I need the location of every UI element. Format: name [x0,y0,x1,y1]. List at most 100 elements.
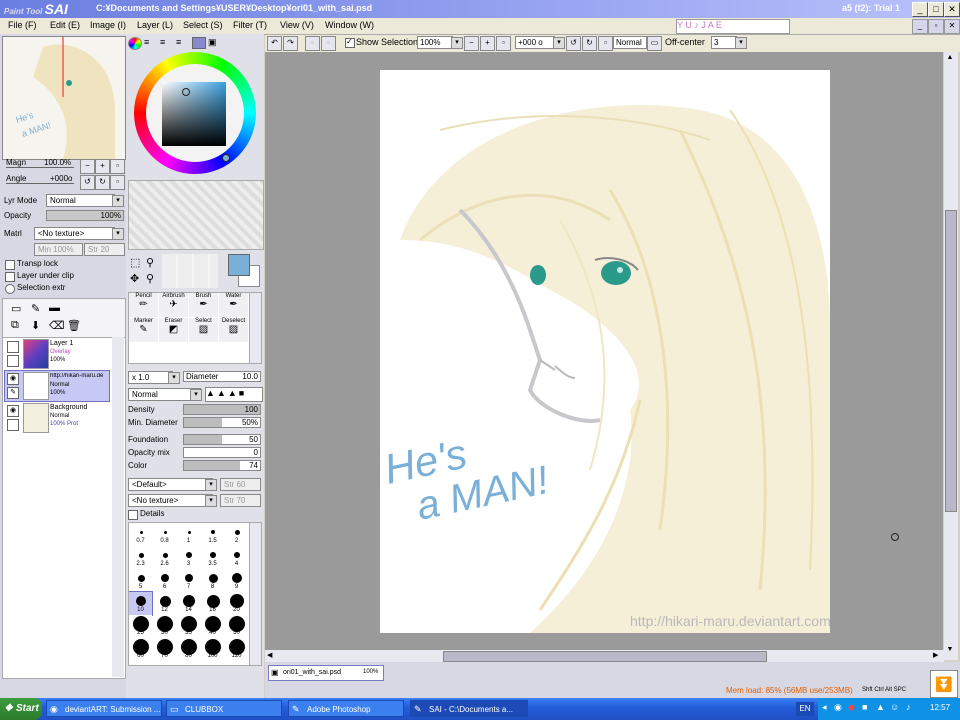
rgb-slider-tab-icon[interactable]: ≡ [144,37,149,47]
layer-row[interactable]: Layer 1 Overlay 100% [4,338,110,370]
brush-size-option[interactable]: 1 [177,523,200,546]
size-multiplier-dropdown-icon[interactable]: ▾ [168,372,180,384]
offcenter-select[interactable]: 3 [711,36,737,49]
brush-size-option[interactable]: 2 [225,523,248,546]
scroll-left-icon[interactable]: ◀ [267,651,272,659]
color-wheel-tab-icon[interactable] [128,37,142,50]
layer-opacity-slider[interactable]: 100% [46,210,124,221]
menu-select[interactable]: Select (S) [183,20,223,30]
brush-size-option[interactable]: 4 [225,546,248,569]
brush-size-scrollbar[interactable] [249,522,262,666]
brush-size-option[interactable]: 5 [129,569,152,592]
menu-view[interactable]: View (V) [280,20,314,30]
task-clubbox[interactable]: ▭ CLUBBOX [166,700,282,717]
maximize-button[interactable]: □ [928,2,944,17]
material-dropdown-icon[interactable]: ▾ [112,228,124,240]
color-slider[interactable]: 74 [183,460,261,471]
angle-dropdown-icon[interactable]: ▾ [553,37,565,49]
tray-icon-2[interactable]: ◉ [834,702,842,713]
doc-minimize-button[interactable]: _ [912,19,928,34]
magic-wand-icon[interactable]: ⚲ [146,256,154,269]
layer-lock-toggle[interactable] [7,419,19,431]
angle-slider[interactable] [6,183,74,184]
brush-size-option[interactable]: 1.5 [201,523,224,546]
brush-size-option[interactable]: 120 [225,638,248,661]
tray-icon-3[interactable]: ◆ [848,702,855,713]
menu-image[interactable]: Image (I) [90,20,126,30]
brush-size-option[interactable]: 100 [201,638,224,661]
volume-icon[interactable]: ♪ [906,702,911,712]
tray-icon-4[interactable]: ■ [862,702,867,712]
offcenter-dropdown-icon[interactable]: ▾ [735,37,747,49]
new-folder-icon[interactable]: ▬ [49,302,60,314]
minimize-button[interactable]: _ [912,2,928,17]
zoom-in-button[interactable]: + [95,159,110,174]
brush-size-option[interactable]: 3 [177,546,200,569]
scroll-to-bottom-icon[interactable]: ⏬ [930,670,958,698]
layer-list-scrollbar[interactable] [112,337,124,677]
redo-button[interactable]: ↷ [283,36,298,51]
menu-window[interactable]: Window (W) [325,20,374,30]
start-button[interactable]: ❖ Start [0,698,42,720]
eraser-tool[interactable]: Eraser ◩ [159,318,188,342]
select-tool[interactable]: Select ▨ [189,318,218,342]
doc-close-button[interactable]: ✕ [944,19,960,34]
drawing-canvas[interactable]: He's a MAN! http://hikari-maru.deviantar… [380,70,830,633]
brush-size-option[interactable]: 70 [153,638,176,661]
magn-slider[interactable] [6,167,74,168]
invert-selection-button[interactable]: ▫ [321,36,336,51]
selection-tool-icon[interactable]: ⬚ [130,256,140,269]
brush-tool[interactable]: Brush ✒ [189,293,218,317]
flip-icon[interactable]: ▭ [647,36,662,51]
scratchpad-tab-icon[interactable]: ▣ [208,37,217,48]
layer-mode-select[interactable]: Normal [46,194,115,207]
details-checkbox[interactable] [128,510,138,520]
rotate-ccw-icon[interactable]: ↺ [566,36,581,51]
saturation-value-square[interactable] [162,82,226,146]
tray-icon-6[interactable]: ☺ [890,702,899,712]
delete-layer-icon[interactable]: 🗑 [67,319,81,332]
opacity-mix-slider[interactable]: 0 [183,447,261,458]
brush-size-option[interactable]: 50 [225,615,248,638]
zoom-out-button[interactable]: − [80,159,95,174]
task-photoshop[interactable]: ✎ Adobe Photoshop [288,700,404,717]
density-slider[interactable]: 100 [183,404,261,415]
undo-button[interactable]: ↶ [267,36,282,51]
scroll-right-icon[interactable]: ▶ [933,651,938,659]
min-diameter-slider[interactable]: 50% [183,417,261,428]
layer-row[interactable]: ◉ ✎ http://hikari-maru.de Normal 100% [4,370,110,402]
brush-size-option[interactable]: 40 [201,615,224,638]
brush-shape-select[interactable]: <Default> [128,478,213,491]
brush-size-option[interactable]: 8 [201,569,224,592]
deselect-button[interactable]: ▫ [305,36,320,51]
rotate-reset-icon[interactable]: ▫ [598,36,613,51]
selection-extr-radio[interactable] [5,284,15,294]
vertical-scroll-thumb[interactable] [945,210,957,512]
eye-icon[interactable]: ◉ [7,405,19,417]
brush-texture-dropdown-icon[interactable]: ▾ [205,495,217,507]
angle-select[interactable]: +000 o [515,36,555,49]
water-tool[interactable]: Water ✒ [219,293,248,317]
menu-edit[interactable]: Edit (E) [50,20,80,30]
brush-size-option[interactable]: 7 [177,569,200,592]
layer-visibility-toggle[interactable] [7,341,19,353]
zoom-out-icon[interactable]: − [464,36,479,51]
move-tool-icon[interactable]: ✥ [130,272,139,285]
task-sai[interactable]: ✎ SAI - C:\Documents a... [410,700,528,717]
doc-restore-button[interactable]: ▫ [928,19,944,34]
tray-icon-5[interactable]: ▲ [876,702,885,712]
brush-size-option[interactable]: 0.7 [129,523,152,546]
brush-size-option[interactable]: 12 [153,592,176,615]
copy-layer-icon[interactable]: ⧉ [11,319,19,332]
vertical-scrollbar[interactable]: ▲ ▼ [944,52,958,660]
brush-size-option[interactable]: 16 [201,592,224,615]
zoom-dropdown-icon[interactable]: ▾ [451,37,463,49]
pencil-tool[interactable]: Pencil ✏ [129,293,158,317]
mixer-tab-icon[interactable]: ≡ [176,37,181,47]
tool-grid-scrollbar[interactable] [249,292,262,364]
flip-mode-select[interactable]: Normal [613,36,647,49]
rotate-right-button[interactable]: ↻ [95,175,110,190]
navigator-preview[interactable]: He's a MAN! [2,36,126,160]
zoom-fit-icon[interactable]: ▫ [496,36,511,51]
clear-layer-icon[interactable]: ⌫ [49,319,65,332]
